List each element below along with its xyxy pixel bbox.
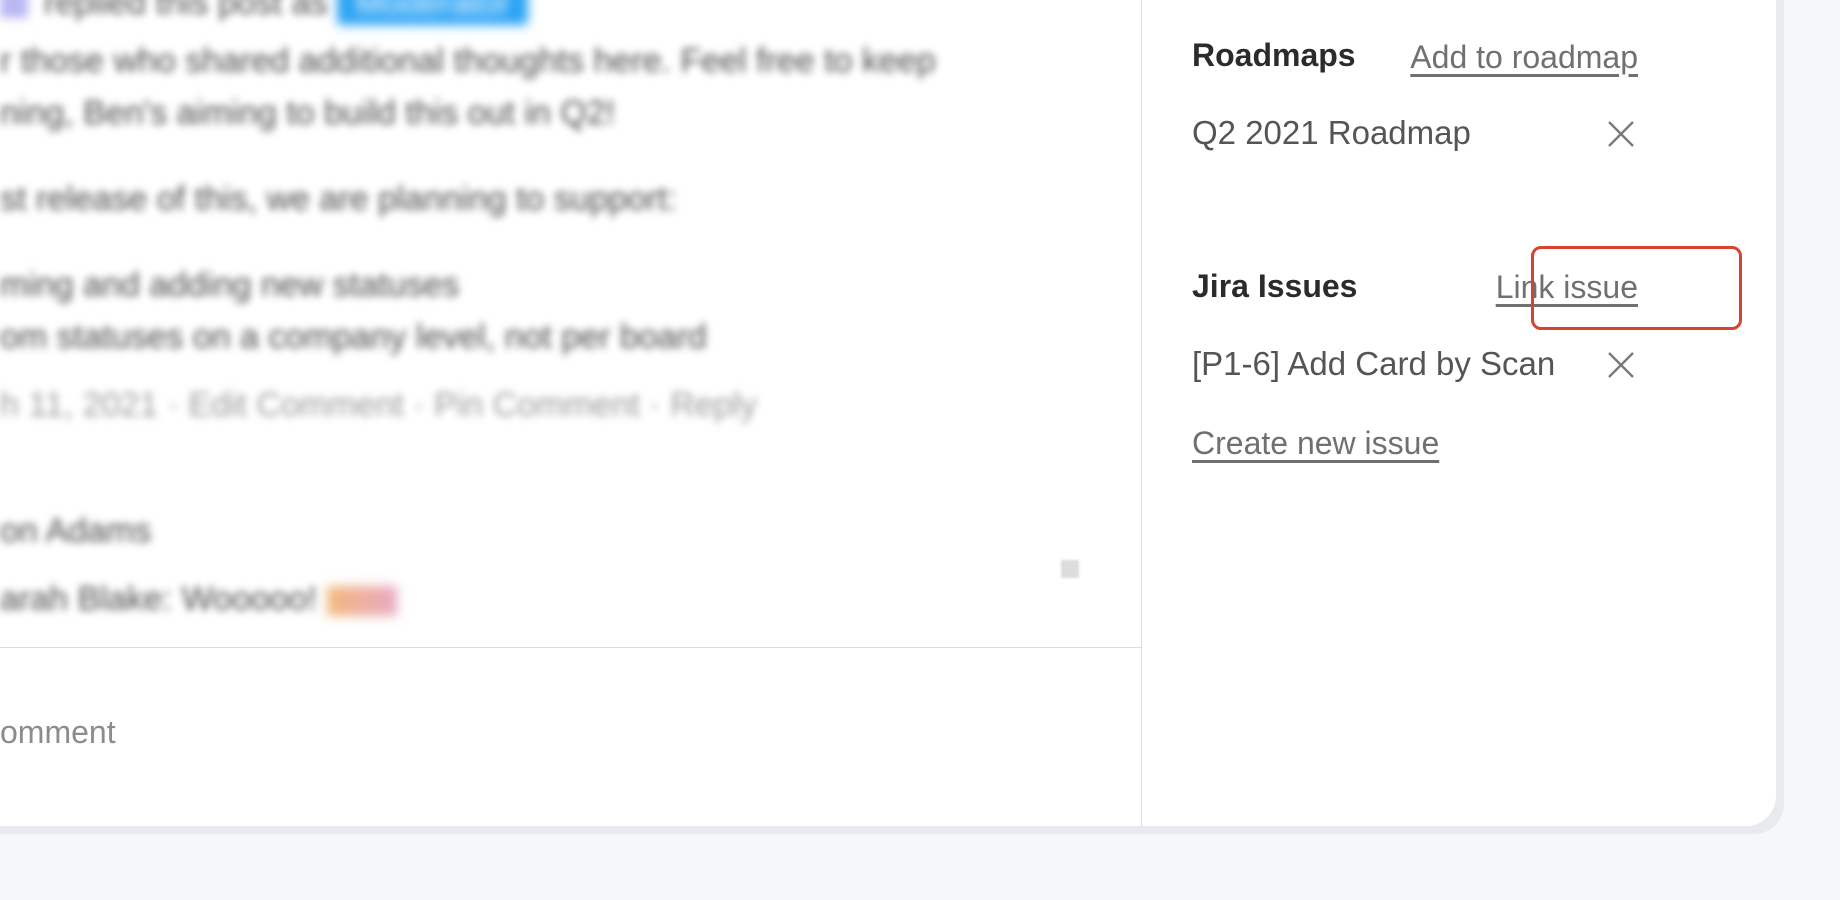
post-line-6: om statuses on a company level, not per … [0, 318, 707, 356]
post-line-5: ming and adding new statuses [0, 266, 460, 304]
post-meta: h 11, 2021 · Edit Comment · Pin Comment … [0, 386, 758, 424]
roadmap-item: Q2 2021 Roadmap [1192, 114, 1471, 151]
post-line-2: r those who shared additional thoughts h… [0, 42, 936, 80]
comment-input[interactable]: omment [0, 648, 1141, 826]
reply-author: on Adams [0, 512, 152, 550]
remove-roadmap-close-icon[interactable] [1604, 117, 1638, 151]
post-card-inner: replied this post as Moderator r those w… [0, 0, 1776, 826]
post-reply-header: replied this post as Moderator [0, 0, 528, 25]
jira-issues-title: Jira Issues [1192, 268, 1358, 304]
comment-placeholder: omment [0, 714, 116, 750]
reaction-emoji [326, 586, 397, 617]
add-to-roadmap-link[interactable]: Add to roadmap [1410, 39, 1638, 76]
post-card: replied this post as Moderator r those w… [0, 0, 1776, 826]
create-new-issue-link[interactable]: Create new issue [1192, 425, 1439, 462]
link-issue-link[interactable]: Link issue [1496, 269, 1638, 306]
post-line-3: ning, Ben's aiming to build this out in … [0, 94, 616, 132]
post-content: replied this post as Moderator r those w… [0, 0, 1141, 647]
moderator-badge: Moderator [336, 0, 528, 25]
avatar [0, 0, 28, 19]
jira-issue-item: [P1-6] Add Card by Scan [1192, 345, 1556, 382]
page: replied this post as Moderator r those w… [0, 0, 1840, 900]
remove-issue-close-icon[interactable] [1604, 348, 1638, 382]
reply-text-row: arah Blake: Wooooo! [0, 580, 397, 619]
comment-menu-icon[interactable] [1061, 560, 1079, 578]
post-line-4: st release of this, we are planning to s… [0, 180, 677, 218]
roadmaps-title: Roadmaps [1192, 37, 1356, 73]
sidebar: Roadmaps Add to roadmap Q2 2021 Roadmap … [1142, 0, 1776, 826]
reply-text: arah Blake: Wooooo! [0, 580, 317, 618]
post-line-1: replied this post as [44, 0, 328, 22]
